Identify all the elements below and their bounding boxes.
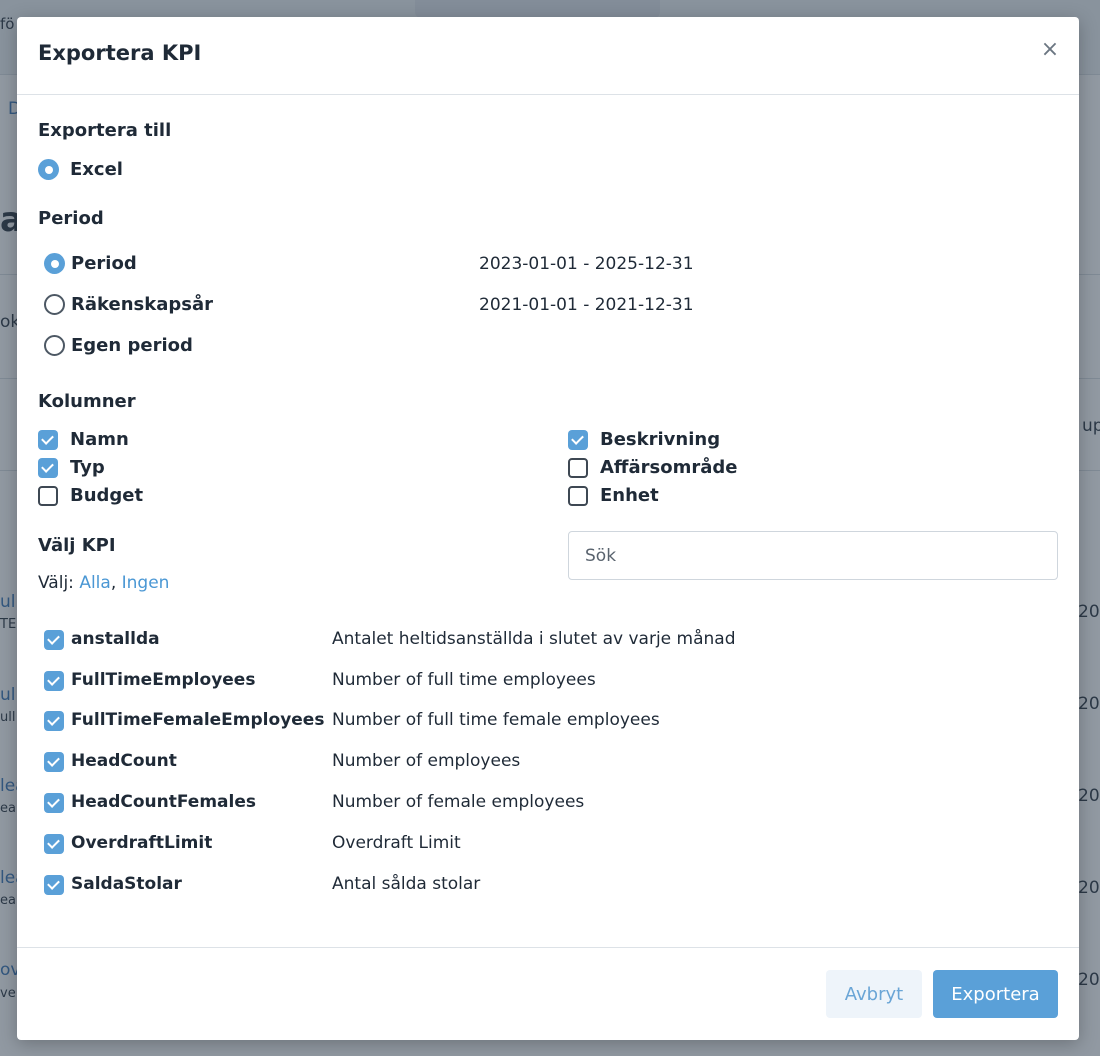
kpi-checkbox[interactable]: [44, 630, 64, 650]
kpi-description: Number of full time female employees: [332, 710, 660, 730]
kpi-description: Number of full time employees: [332, 670, 596, 690]
columns-label: Kolumner: [38, 391, 136, 412]
radio-period[interactable]: [44, 253, 65, 274]
kpi-description: Number of employees: [332, 751, 521, 771]
radio-custom-period-label[interactable]: Egen period: [71, 335, 193, 356]
radio-excel-label[interactable]: Excel: [70, 159, 123, 180]
period-range: 2023-01-01 - 2025-12-31: [479, 254, 694, 274]
close-icon[interactable]: ×: [1039, 39, 1061, 61]
kpi-checkbox[interactable]: [44, 711, 64, 731]
checkbox-column-description-label[interactable]: Beskrivning: [600, 429, 720, 450]
kpi-name[interactable]: FullTimeFemaleEmployees: [71, 710, 324, 730]
kpi-checkbox[interactable]: [44, 793, 64, 813]
select-all-link[interactable]: Alla: [79, 573, 111, 593]
kpi-name[interactable]: SaldaStolar: [71, 874, 182, 894]
kpi-description: Antalet heltidsanställda i slutet av var…: [332, 629, 736, 649]
export-button[interactable]: Exportera: [933, 970, 1058, 1018]
dialog-header: Exportera KPI ×: [17, 17, 1079, 95]
radio-excel[interactable]: [38, 159, 59, 180]
checkbox-column-type-label[interactable]: Typ: [70, 457, 105, 478]
select-separator: ,: [110, 573, 117, 593]
select-all-none: Välj: Alla, Ingen: [38, 573, 169, 593]
kpi-name[interactable]: anstallda: [71, 629, 160, 649]
checkbox-column-business-area-label[interactable]: Affärsområde: [600, 457, 738, 478]
checkbox-column-name[interactable]: [38, 430, 58, 450]
radio-fiscal-year-label[interactable]: Räkenskapsår: [71, 294, 213, 315]
search-input[interactable]: [568, 531, 1058, 580]
dialog-title: Exportera KPI: [38, 41, 202, 65]
dialog-footer-divider: [17, 947, 1079, 948]
kpi-description: Antal sålda stolar: [332, 874, 481, 894]
kpi-checkbox[interactable]: [44, 834, 64, 854]
checkbox-column-description[interactable]: [568, 430, 588, 450]
kpi-description: Number of female employees: [332, 792, 585, 812]
export-to-label: Exportera till: [38, 120, 172, 141]
radio-period-label[interactable]: Period: [71, 253, 137, 274]
radio-fiscal-year[interactable]: [44, 294, 65, 315]
checkbox-column-business-area[interactable]: [568, 458, 588, 478]
kpi-checkbox[interactable]: [44, 752, 64, 772]
checkbox-column-name-label[interactable]: Namn: [70, 429, 129, 450]
checkbox-column-budget-label[interactable]: Budget: [70, 485, 143, 506]
kpi-name[interactable]: OverdraftLimit: [71, 833, 212, 853]
kpi-name[interactable]: HeadCount: [71, 751, 177, 771]
select-none-link[interactable]: Ingen: [122, 573, 170, 593]
kpi-description: Overdraft Limit: [332, 833, 461, 853]
checkbox-column-type[interactable]: [38, 458, 58, 478]
kpi-name[interactable]: FullTimeEmployees: [71, 670, 255, 690]
kpi-checkbox[interactable]: [44, 875, 64, 895]
fiscal-year-range: 2021-01-01 - 2021-12-31: [479, 295, 694, 315]
checkbox-column-unit-label[interactable]: Enhet: [600, 485, 659, 506]
cancel-button[interactable]: Avbryt: [826, 970, 922, 1018]
checkbox-column-budget[interactable]: [38, 486, 58, 506]
checkbox-column-unit[interactable]: [568, 486, 588, 506]
kpi-name[interactable]: HeadCountFemales: [71, 792, 256, 812]
period-label: Period: [38, 208, 104, 229]
export-kpi-dialog: Exportera KPI × Exportera till Excel Per…: [17, 17, 1079, 1040]
kpi-checkbox[interactable]: [44, 671, 64, 691]
select-kpi-label: Välj KPI: [38, 535, 116, 556]
select-prefix: Välj:: [38, 573, 74, 593]
radio-custom-period[interactable]: [44, 335, 65, 356]
